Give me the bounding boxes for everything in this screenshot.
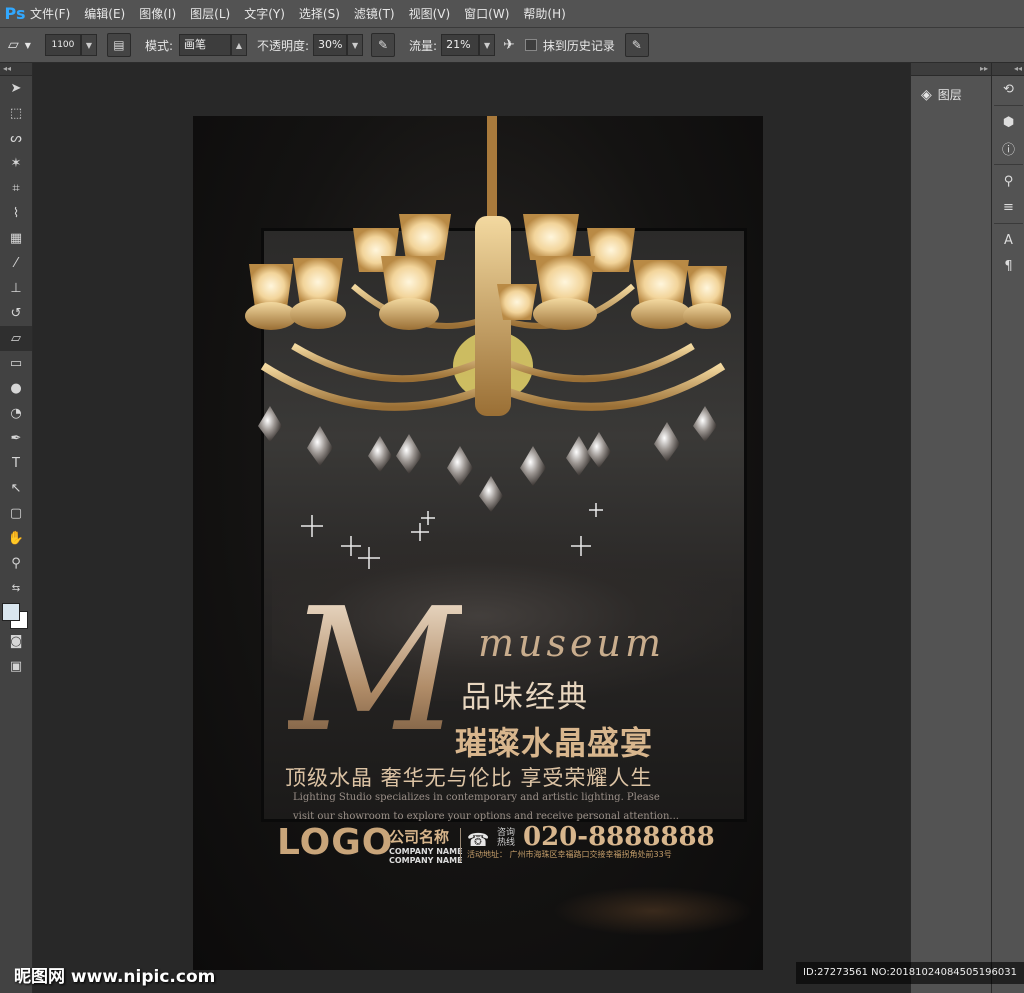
hotline-label-1: 咨询	[497, 828, 516, 838]
poster-logo: LOGO	[277, 822, 394, 863]
poster-slogan: 顶级水晶 奢华无与伦比 享受荣耀人生	[285, 766, 653, 790]
eraser-tool-icon[interactable]: ▱	[0, 326, 32, 351]
menu-file[interactable]: 文件(F)	[30, 5, 70, 22]
chevron-down-icon[interactable]: ▼	[347, 34, 364, 56]
poster-english-line-2: visit our showroom to explore your optio…	[293, 811, 679, 822]
divider	[460, 828, 461, 862]
company-name-en-2: COMPANY NAME	[389, 856, 463, 865]
chandelier-image	[245, 116, 731, 512]
layers-panel-dock: ▸▸ ◈ 图层	[910, 63, 991, 993]
chevron-down-icon: ▼	[24, 40, 31, 50]
opacity-input[interactable]: 30%	[313, 34, 348, 56]
3d-panel-icon[interactable]: ⬢	[992, 109, 1024, 135]
company-name-block: 公司名称 COMPANY NAME COMPANY NAME	[389, 826, 463, 865]
collapse-icon[interactable]: ▸▸	[911, 63, 991, 76]
brush-size-value: 1100	[44, 34, 81, 56]
company-name-cn: 公司名称	[389, 828, 450, 846]
image-id-tag: ID:27273561 NO:20181024084505196031	[796, 962, 1024, 984]
poster-address: 活动地址： 广州市海珠区幸福路口交接幸福拐角处前33号	[467, 850, 672, 859]
blur-tool-icon[interactable]: ●	[0, 376, 32, 401]
phone-icon: ☎	[467, 830, 490, 851]
character-panel-icon[interactable]: A	[992, 227, 1024, 253]
menu-edit[interactable]: 编辑(E)	[84, 5, 125, 22]
flow-label: 流量:	[409, 38, 438, 53]
airbrush-icon[interactable]: ✈	[503, 37, 515, 53]
menu-help[interactable]: 帮助(H)	[523, 5, 565, 22]
photoshop-logo-icon: Ps	[4, 4, 26, 23]
eraser-tool-preset[interactable]: ▱ ▼	[8, 37, 31, 53]
hotline-label-2: 热线	[497, 838, 516, 848]
layers-panel-button[interactable]: ◈ 图层	[921, 86, 991, 103]
eyedropper-tool-icon[interactable]: ⌇	[0, 201, 32, 226]
mode-label: 模式:	[144, 38, 173, 53]
menu-filter[interactable]: 滤镜(T)	[354, 5, 395, 22]
collapse-icon[interactable]: ◂◂	[0, 63, 32, 76]
hotline-label: 咨询 热线	[497, 828, 515, 848]
brush-tool-icon[interactable]: ⁄	[0, 251, 32, 276]
hand-tool-icon[interactable]: ✋	[0, 526, 32, 551]
poster-museum-text: museum	[478, 621, 666, 665]
panel-icons-dock: ◂◂ ⟲ ⬢ ⓘ ⚲ ≡ A ¶	[991, 63, 1024, 993]
zoom-tool-icon[interactable]: ⚲	[0, 551, 32, 576]
history-panel-icon[interactable]: ⟲	[992, 76, 1024, 102]
menu-image[interactable]: 图像(I)	[139, 5, 176, 22]
stamp-tool-icon[interactable]: ⊥	[0, 276, 32, 301]
bottom-furniture	[553, 886, 753, 936]
menu-bar: Ps 文件(F) 编辑(E) 图像(I) 图层(L) 文字(Y) 选择(S) 滤…	[0, 0, 1024, 28]
swap-colors-icon[interactable]: ⇆	[0, 576, 32, 601]
shape-tool-icon[interactable]: ▢	[0, 501, 32, 526]
brush-presets-icon[interactable]: ≡	[992, 194, 1024, 220]
poster-headline-1: 品味经典	[461, 680, 589, 715]
collapse-icon[interactable]: ◂◂	[992, 63, 1024, 76]
document-canvas[interactable]: M museum 品味经典 璀璨水晶盛宴 顶级水晶 奢华无与伦比 享受荣耀人生 …	[193, 116, 763, 970]
foreground-color-swatch[interactable]	[0, 601, 32, 629]
poster-big-letter: M	[288, 572, 463, 770]
chevron-down-icon: ▲	[230, 34, 247, 56]
crop-tool-icon[interactable]: ⌗	[0, 176, 32, 201]
dodge-tool-icon[interactable]: ◔	[0, 401, 32, 426]
options-bar: ▱ ▼ 1100 ▼ ▤ 模式: 画笔 ▲ 不透明度: 30% ▼ ✎ 流量: …	[0, 28, 1024, 63]
gradient-tool-icon[interactable]: ▭	[0, 351, 32, 376]
chevron-down-icon: ▼	[80, 34, 97, 56]
menu-window[interactable]: 窗口(W)	[464, 5, 509, 22]
chevron-down-icon[interactable]: ▼	[479, 34, 496, 56]
type-tool-icon[interactable]: T	[0, 451, 32, 476]
menu-view[interactable]: 视图(V)	[409, 5, 451, 22]
screen-mode-icon[interactable]: ▣	[0, 654, 32, 679]
menu-layer[interactable]: 图层(L)	[190, 5, 230, 22]
magic-wand-icon[interactable]: ✶	[0, 151, 32, 176]
quick-mask-icon[interactable]: ◙	[0, 629, 32, 654]
marquee-tool-icon[interactable]: ⬚	[0, 101, 32, 126]
site-watermark: 昵图网 www.nipic.com	[14, 967, 216, 987]
menu-type[interactable]: 文字(Y)	[244, 5, 285, 22]
poster-phone-number: 020-8888888	[523, 822, 715, 852]
paragraph-panel-icon[interactable]: ¶	[992, 253, 1024, 279]
opacity-label: 不透明度:	[256, 38, 310, 53]
move-tool-icon[interactable]: ➤	[0, 76, 32, 101]
info-panel-icon[interactable]: ⓘ	[992, 135, 1024, 161]
poster-english-line-1: Lighting Studio specializes in contempor…	[293, 792, 660, 803]
healing-brush-icon[interactable]: ▦	[0, 226, 32, 251]
pressure-size-icon[interactable]: ✎	[624, 33, 649, 57]
brush-size-picker[interactable]: 1100 ▼	[44, 34, 97, 56]
tools-panel: ◂◂ ➤ ⬚ ᔕ ✶ ⌗ ⌇ ▦ ⁄ ⊥ ↺ ▱ ▭ ● ◔ ✒ T ↖ ▢ ✋…	[0, 63, 33, 993]
lasso-tool-icon[interactable]: ᔕ	[0, 126, 32, 151]
history-checkbox[interactable]	[524, 39, 537, 51]
menu-select[interactable]: 选择(S)	[299, 5, 340, 22]
flow-input[interactable]: 21%	[441, 34, 480, 56]
brush-panel-icon[interactable]: ⚲	[992, 168, 1024, 194]
history-label: 抹到历史记录	[542, 38, 615, 53]
brush-panel-icon[interactable]: ▤	[106, 33, 131, 57]
mode-select[interactable]: 画笔	[178, 34, 231, 56]
layers-icon: ◈	[921, 86, 932, 103]
company-name-en-1: COMPANY NAME	[389, 847, 463, 856]
history-brush-icon[interactable]: ↺	[0, 301, 32, 326]
eraser-icon: ▱	[8, 37, 19, 53]
pen-tool-icon[interactable]: ✒	[0, 426, 32, 451]
poster-headline-2: 璀璨水晶盛宴	[455, 724, 654, 762]
sparkle-effects	[301, 503, 603, 569]
path-select-icon[interactable]: ↖	[0, 476, 32, 501]
layers-label: 图层	[937, 88, 962, 102]
pressure-opacity-icon[interactable]: ✎	[371, 33, 396, 57]
